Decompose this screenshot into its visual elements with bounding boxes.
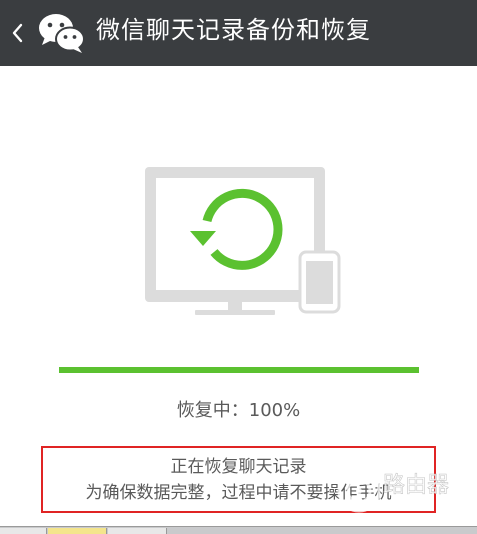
chevron-left-icon [12, 23, 23, 43]
backup-restore-illustration [145, 167, 341, 315]
progress-bar [59, 367, 419, 373]
notice-line-1: 正在恢复聊天记录 [170, 456, 307, 477]
page-title: 微信聊天记录备份和恢复 [96, 16, 371, 44]
progress-fill [59, 367, 419, 373]
taskbar-item[interactable] [0, 528, 47, 534]
taskbar-item[interactable] [108, 528, 167, 534]
watermark-text: 路由器 [383, 473, 449, 498]
app-header: 微信聊天记录备份和恢复 [0, 0, 477, 66]
progress-status-label: 恢复中：100% [176, 400, 301, 421]
back-button[interactable] [6, 16, 28, 50]
monitor-icon [145, 167, 325, 315]
router-watermark-logo: 路由器 [337, 469, 449, 513]
taskbar-item[interactable] [48, 528, 107, 534]
wechat-logo-icon [39, 14, 85, 53]
phone-icon [298, 250, 341, 314]
